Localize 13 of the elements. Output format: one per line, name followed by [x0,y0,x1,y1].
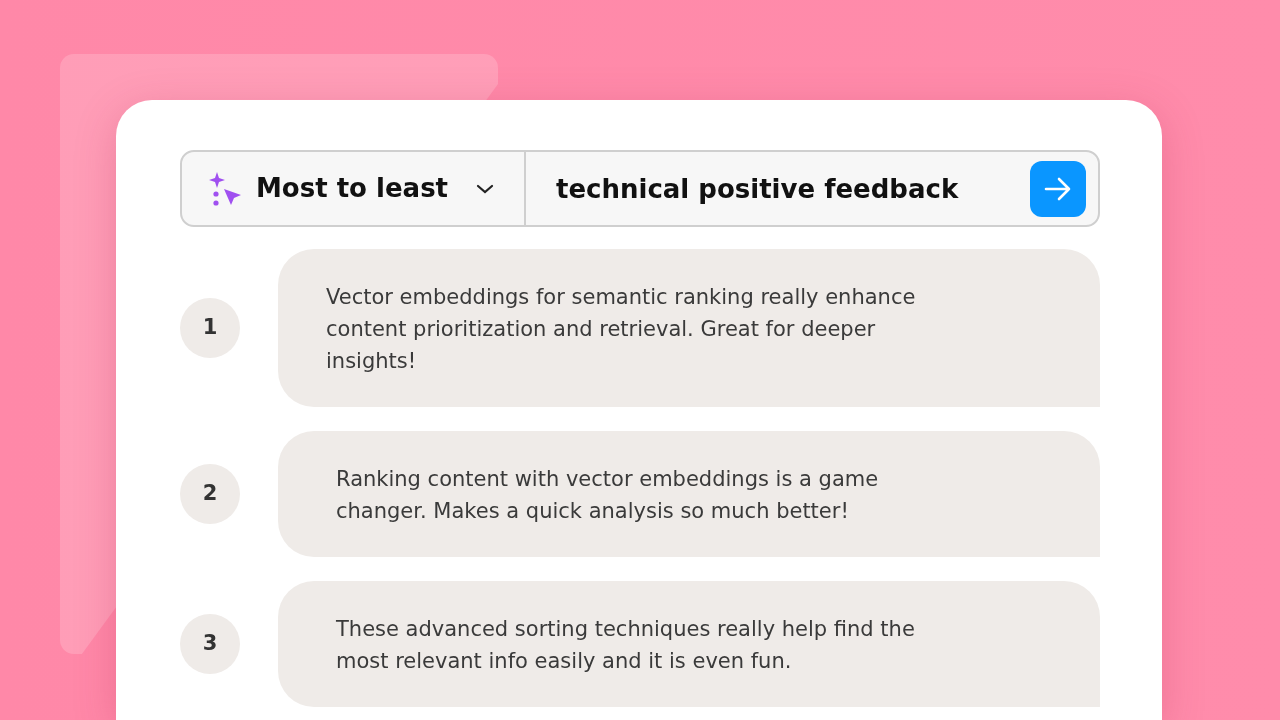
sort-label: Most to least [256,172,449,205]
rank-number: 1 [180,298,240,358]
chevron-down-icon [476,182,495,195]
arrow-right-icon [1044,176,1072,201]
rank-number: 3 [180,614,240,674]
submit-button[interactable] [1030,160,1086,217]
result-bubble: These advanced sorting techniques really help find the most relevant info easily and it is even fun. [278,581,1100,707]
result-bubble: Vector embeddings for semantic ranking really enhance content prioritization and retrieval. Great for deeper insights! [278,249,1100,407]
sort-dropdown[interactable]: Most to least [182,152,524,225]
result-bubble: Ranking content with vector embeddings is a game changer. Makes a quick analysis so much better! [278,431,1100,557]
sparkle-cursor-icon [208,170,242,207]
rank-number: 2 [180,464,240,524]
search-bar[interactable]: Most to least technical positive feedback [180,150,1100,227]
